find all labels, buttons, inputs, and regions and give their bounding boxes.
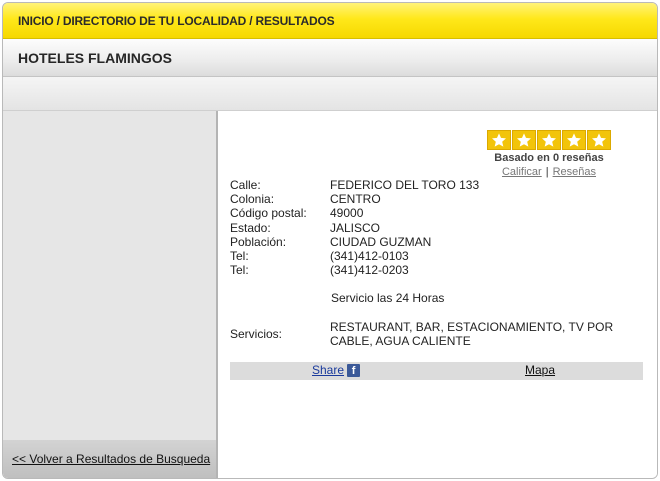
field-label: Código postal: bbox=[230, 206, 307, 221]
address-row: Tel: (341)412-0203 bbox=[230, 263, 479, 277]
share-link[interactable]: Share bbox=[312, 363, 344, 377]
address-row: Tel: (341)412-0103 bbox=[230, 249, 479, 263]
address-row: Estado: JALISCO bbox=[230, 221, 479, 235]
map-group: Mapa bbox=[525, 363, 555, 377]
listing-detail: Basado en 0 reseñas Calificar | Reseñas Ca… bbox=[220, 111, 657, 478]
rate-link[interactable]: Calificar bbox=[502, 166, 542, 178]
services-value: RESTAURANT, BAR, ESTACIONAMIENTO, TV POR… bbox=[330, 320, 614, 348]
field-label: Tel: bbox=[230, 263, 249, 278]
facebook-icon[interactable]: f bbox=[347, 363, 361, 377]
star-icon[interactable] bbox=[562, 130, 586, 150]
field-label: Tel: bbox=[230, 248, 249, 263]
star-icon[interactable] bbox=[512, 130, 536, 150]
star-icon[interactable] bbox=[587, 130, 611, 150]
rating-links: Calificar | Reseñas bbox=[484, 166, 614, 178]
star-icon[interactable] bbox=[537, 130, 561, 150]
sub-toolbar bbox=[3, 77, 657, 111]
rating-widget: Basado en 0 reseñas Calificar | Reseñas bbox=[484, 130, 614, 178]
action-bar: Share f Mapa bbox=[230, 362, 643, 380]
address-row: Calle: FEDERICO DEL TORO 133 bbox=[230, 178, 479, 192]
sidebar-footer: << Volver a Resultados de Busqueda bbox=[3, 440, 216, 478]
field-value: JALISCO bbox=[330, 220, 381, 235]
services-row: Servicios: RESTAURANT, BAR, ESTACIONAMIE… bbox=[230, 320, 650, 348]
sidebar: << Volver a Resultados de Busqueda bbox=[3, 111, 218, 478]
title-bar: HOTELES FLAMINGOS bbox=[3, 39, 657, 77]
share-group: Share f bbox=[312, 363, 361, 377]
address-row: Código postal: 49000 bbox=[230, 206, 479, 220]
reviews-link[interactable]: Reseñas bbox=[553, 166, 596, 178]
field-label: Colonia: bbox=[230, 192, 275, 207]
map-link[interactable]: Mapa bbox=[525, 363, 555, 377]
field-value: (341)412-0203 bbox=[330, 263, 409, 278]
rating-separator: | bbox=[545, 166, 549, 178]
star-rating[interactable] bbox=[484, 130, 614, 150]
field-value: CIUDAD GUZMAN bbox=[330, 234, 432, 249]
field-value: CENTRO bbox=[330, 192, 381, 207]
field-value: 49000 bbox=[330, 206, 364, 221]
address-row: Población: CIUDAD GUZMAN bbox=[230, 235, 479, 249]
page-title: HOTELES FLAMINGOS bbox=[18, 50, 172, 66]
back-to-results-link[interactable]: << Volver a Resultados de Busqueda bbox=[12, 452, 210, 466]
service-hours: Servicio las 24 Horas bbox=[331, 291, 445, 305]
star-icon[interactable] bbox=[487, 130, 511, 150]
field-label: Población: bbox=[230, 234, 287, 249]
field-label: Calle: bbox=[230, 178, 261, 192]
field-value: FEDERICO DEL TORO 133 bbox=[330, 178, 480, 192]
breadcrumb: INICIO / DIRECTORIO DE TU LOCALIDAD / RE… bbox=[3, 3, 657, 39]
rating-summary: Basado en 0 reseñas bbox=[494, 152, 604, 164]
address-table: Calle: FEDERICO DEL TORO 133 Colonia: CE… bbox=[230, 178, 479, 277]
breadcrumb-text: INICIO / DIRECTORIO DE TU LOCALIDAD / RE… bbox=[18, 14, 335, 28]
services-label: Servicios: bbox=[230, 327, 283, 341]
field-label: Estado: bbox=[230, 220, 271, 235]
address-row: Colonia: CENTRO bbox=[230, 192, 479, 206]
field-value: (341)412-0103 bbox=[330, 248, 409, 263]
page-frame: INICIO / DIRECTORIO DE TU LOCALIDAD / RE… bbox=[2, 2, 658, 479]
